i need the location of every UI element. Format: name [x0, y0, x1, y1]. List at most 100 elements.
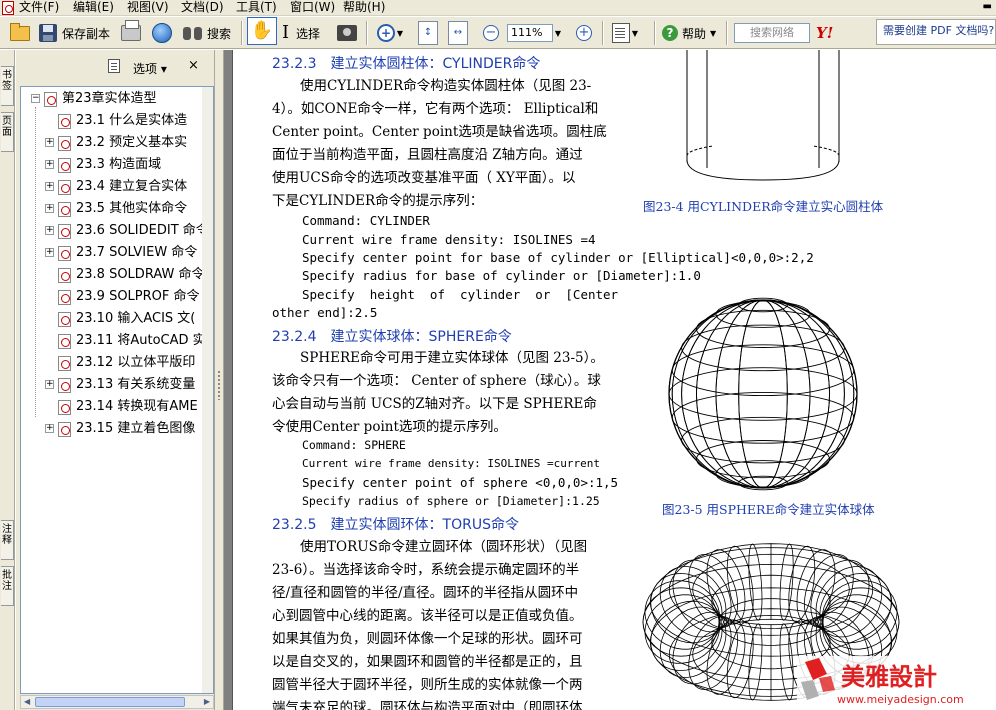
- expand-icon[interactable]: +: [45, 226, 54, 235]
- menu-tools[interactable]: 工具(T): [236, 0, 277, 16]
- bookmark-page-icon: [58, 224, 71, 239]
- body-line: SPHERE命令可用于建立实体球体（见图 23-5）。: [300, 350, 604, 366]
- expand-icon[interactable]: +: [45, 160, 54, 169]
- web-search-field[interactable]: 搜索网络: [734, 20, 810, 46]
- zoom-out-button[interactable]: −: [483, 20, 499, 46]
- bookmark-page-icon: [58, 246, 71, 261]
- expand-icon[interactable]: +: [45, 182, 54, 191]
- bookmark-label: 23.1 什么是实体造: [76, 113, 188, 128]
- bookmark-page-icon: [58, 268, 71, 283]
- bookmark-page-icon: [58, 422, 71, 437]
- tab-pages[interactable]: 页面: [1, 112, 14, 152]
- plus-icon: +: [576, 25, 592, 41]
- body-line: 4）。如CONE命令一样，它有两个选项： Elliptical和: [272, 101, 599, 117]
- command-line: Current wire frame density: ISOLINES =4: [302, 232, 596, 247]
- zoom-select[interactable]: 111% ▼: [507, 20, 563, 46]
- yahoo-search-button[interactable]: Y!: [816, 20, 833, 46]
- fit-width-button[interactable]: ↔: [448, 20, 468, 46]
- tree-vertical-scrollbar[interactable]: [202, 87, 213, 693]
- sphere-figure: [668, 297, 858, 491]
- bookmark-label: 23.12 以立体平版印: [76, 355, 196, 370]
- command-line: Specify radius of sphere or [Diameter]:1…: [302, 494, 600, 508]
- create-pdf-ad-link[interactable]: 需要创建 PDF 文档吗?: [876, 19, 996, 45]
- tab-comments[interactable]: 注释: [1, 520, 14, 560]
- fit-height-button[interactable]: ↕: [418, 20, 438, 46]
- command-line: Specify center point of sphere <0,0,0>:1…: [302, 475, 619, 490]
- fit-width-icon: ↔: [448, 21, 468, 45]
- hand-tool-button[interactable]: ✋: [247, 17, 277, 45]
- menu-help[interactable]: 帮助(H): [343, 0, 385, 16]
- web-search-input[interactable]: 搜索网络: [734, 23, 810, 43]
- options-menu[interactable]: 选项 ▾: [133, 60, 167, 77]
- collapse-icon[interactable]: −: [31, 94, 40, 103]
- open-button[interactable]: [10, 20, 30, 46]
- menu-window[interactable]: 窗口(W): [290, 0, 335, 16]
- panel-header: 选项 ▾ ×: [16, 56, 214, 80]
- body-line: 径/直径和圆管的半径/直径。圆环的半径指从圆环中: [272, 585, 579, 601]
- chevron-down-icon: ▼: [709, 28, 717, 38]
- select-tool-button[interactable]: I 选择: [282, 20, 320, 46]
- document-minimize-icon[interactable]: ▬: [983, 0, 992, 14]
- help-label: 帮助: [682, 26, 707, 41]
- zoom-in-icon: +: [377, 24, 395, 42]
- acrobat-app-icon[interactable]: [2, 1, 14, 15]
- zoom-in-button[interactable]: +: [576, 20, 592, 46]
- command-line: Current wire frame density: ISOLINES =cu…: [302, 457, 601, 470]
- bookmark-label: 23.8 SOLDRAW 命令: [76, 267, 205, 282]
- navigation-tabs: 书签 页面 注释 批注: [0, 50, 15, 710]
- options-icon[interactable]: [108, 59, 120, 73]
- zoom-tool-button[interactable]: + ▼: [377, 20, 405, 46]
- camera-icon: [337, 25, 357, 41]
- menu-view[interactable]: 视图(V): [127, 0, 169, 16]
- expand-icon[interactable]: +: [45, 380, 54, 389]
- panel-splitter[interactable]: [214, 50, 224, 710]
- bookmark-page-icon: [58, 334, 71, 349]
- splitter-grip[interactable]: [217, 370, 221, 400]
- scroll-left-icon[interactable]: ◀: [24, 697, 30, 706]
- tree-line: [35, 107, 36, 417]
- hand-icon: ✋: [247, 17, 277, 45]
- bookmarks-panel: 选项 ▾ × − 第23章实体造型 23.1 什么是实体造 +23.2 预定义基本实 +…: [16, 50, 214, 710]
- tree-horizontal-scrollbar[interactable]: ◀ ▶: [20, 695, 214, 709]
- search-label: 搜索: [207, 26, 232, 41]
- help-button[interactable]: ? 帮助 ▼: [662, 20, 718, 46]
- chevron-down-icon: ▼: [554, 28, 562, 38]
- bookmark-label: 23.13 有关系统变量: [76, 377, 196, 392]
- document-viewport[interactable]: 23.2.3 建立实体圆柱体：CYLINDER命令 使用CYLINDER命令构造实…: [224, 50, 996, 710]
- text-cursor-icon: I: [282, 22, 290, 43]
- scroll-right-icon[interactable]: ▶: [204, 697, 210, 706]
- body-line: 圆管半径大于圆环半径，则所生成的实体就像一个两: [272, 677, 583, 693]
- search-button[interactable]: 搜索: [183, 20, 231, 46]
- printer-icon: [121, 20, 141, 41]
- open-folder-icon: [10, 22, 30, 41]
- yahoo-logo-icon: Y!: [816, 24, 834, 42]
- body-line: 心会自动与当前 UCS的Z轴对齐。以下是 SPHERE命: [272, 396, 597, 412]
- command-line: Command: SPHERE: [302, 438, 406, 452]
- expand-icon[interactable]: +: [45, 248, 54, 257]
- email-button[interactable]: [152, 20, 172, 46]
- body-line: 该命令只有一个选项： Center of sphere（球心）。球: [272, 373, 601, 389]
- chevron-down-icon: ▼: [396, 28, 404, 38]
- watermark-url: www.meiyadesign.com: [837, 693, 964, 706]
- expand-icon[interactable]: +: [45, 204, 54, 213]
- snapshot-button[interactable]: [337, 20, 357, 46]
- scroll-thumb[interactable]: [35, 697, 185, 707]
- close-panel-icon[interactable]: ×: [188, 58, 199, 73]
- menu-edit[interactable]: 编辑(E): [73, 0, 114, 16]
- bookmark-page-icon: [44, 92, 57, 107]
- toolbar-separator: [241, 21, 243, 45]
- page-layout-icon: [612, 23, 630, 43]
- zoom-value[interactable]: 111%: [507, 24, 553, 42]
- tab-annotations[interactable]: 批注: [1, 566, 14, 606]
- menu-file[interactable]: 文件(F): [19, 0, 59, 16]
- menu-document[interactable]: 文档(D): [181, 0, 224, 16]
- print-button[interactable]: [121, 20, 141, 46]
- bookmark-label: 23.3 构造面域: [76, 157, 162, 172]
- expand-icon[interactable]: +: [45, 424, 54, 433]
- page-layout-button[interactable]: ▼: [612, 20, 640, 46]
- tab-bookmarks[interactable]: 书签: [1, 66, 14, 106]
- bookmark-page-icon: [58, 114, 71, 129]
- save-copy-button[interactable]: 保存副本: [39, 20, 110, 46]
- expand-icon[interactable]: +: [45, 138, 54, 147]
- figure-caption-sphere: 图23-5 用SPHERE命令建立实体球体: [662, 502, 875, 517]
